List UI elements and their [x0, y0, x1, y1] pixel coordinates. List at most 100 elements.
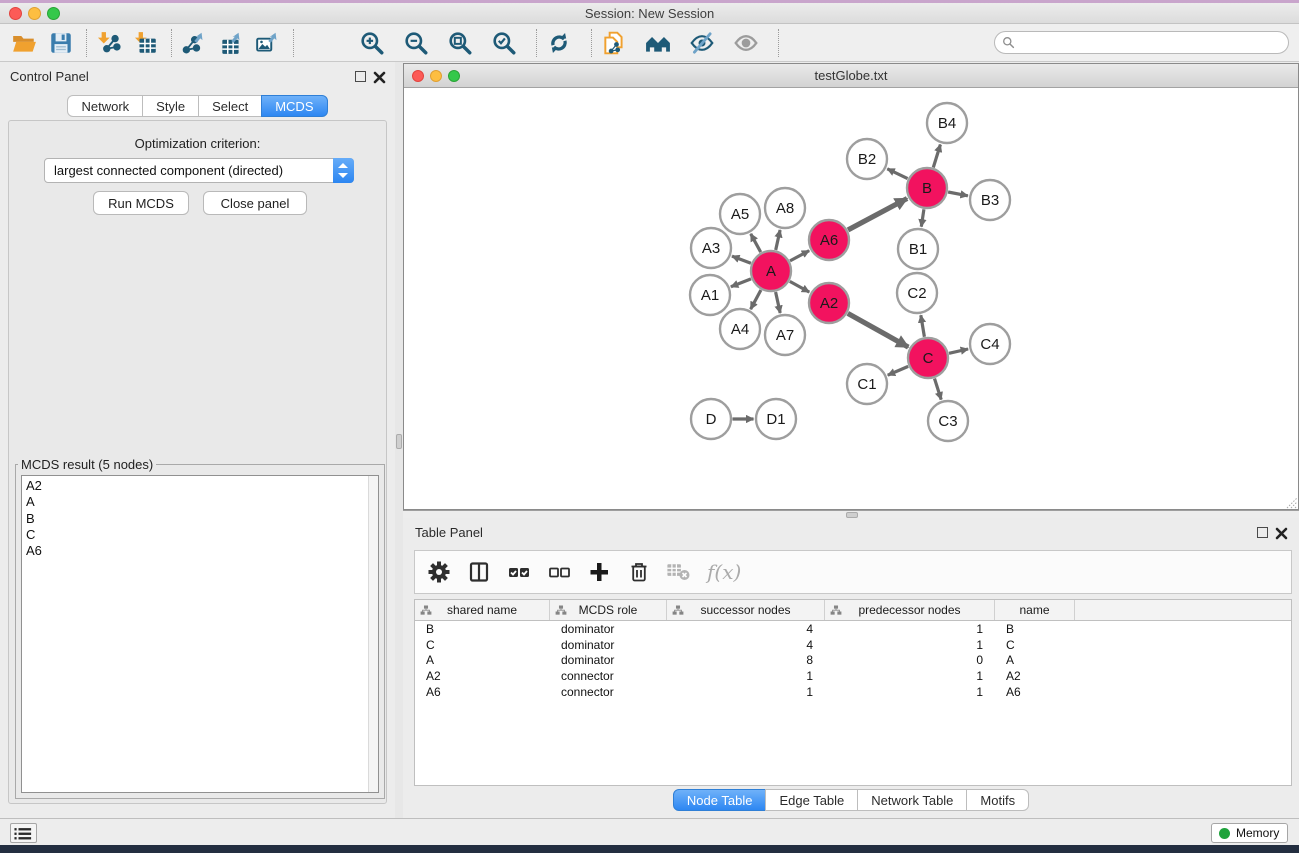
table-cell[interactable]: dominator	[550, 638, 667, 652]
mcds-list-scrollbar[interactable]	[368, 476, 378, 792]
refresh-layout-button[interactable]	[545, 29, 573, 57]
column-header-name[interactable]: name	[995, 600, 1075, 620]
deselect-all-button[interactable]	[547, 557, 577, 587]
graph-node-A6[interactable]: A6	[809, 220, 849, 260]
graph-node-B3[interactable]: B3	[970, 180, 1010, 220]
table-cell[interactable]: A6	[415, 685, 550, 699]
zoom-fit-button[interactable]	[446, 29, 474, 57]
column-header-shared-name[interactable]: shared name	[415, 600, 550, 620]
close-panel-icon[interactable]	[373, 71, 386, 84]
memory-button[interactable]: Memory	[1211, 823, 1288, 843]
zoom-in-button[interactable]	[358, 29, 386, 57]
table-row[interactable]: Adominator80A	[415, 652, 1291, 668]
first-neighbors-button[interactable]	[644, 29, 672, 57]
table-cell[interactable]: A6	[995, 685, 1075, 699]
tab-select[interactable]: Select	[198, 95, 262, 117]
zoom-selected-button[interactable]	[490, 29, 518, 57]
graph-node-A7[interactable]: A7	[765, 315, 805, 355]
table-cell[interactable]: 4	[667, 622, 825, 636]
table-cell[interactable]: 4	[667, 638, 825, 652]
graph-edge-C-C1[interactable]	[888, 366, 909, 375]
export-table-button[interactable]	[217, 29, 245, 57]
table-cell[interactable]: A	[415, 653, 550, 667]
graph-edge-B-B2[interactable]	[887, 169, 907, 179]
graph-edge-A-A4[interactable]	[751, 290, 761, 309]
run-mcds-button[interactable]: Run MCDS	[93, 191, 189, 215]
table-cell[interactable]: 1	[825, 669, 995, 683]
graph-node-C3[interactable]: C3	[928, 401, 968, 441]
table-cell[interactable]: 8	[667, 653, 825, 667]
graph-edge-A-A1[interactable]	[731, 279, 751, 287]
tab-motifs[interactable]: Motifs	[966, 789, 1029, 811]
graph-node-A2[interactable]: A2	[809, 283, 849, 323]
table-cell[interactable]: 1	[825, 685, 995, 699]
graph-node-C2[interactable]: C2	[897, 273, 937, 313]
select-all-button[interactable]	[507, 557, 537, 587]
graph-node-A3[interactable]: A3	[691, 228, 731, 268]
network-resize-grip[interactable]	[1284, 495, 1298, 509]
mcds-result-item[interactable]: A	[22, 494, 367, 510]
graph-node-A4[interactable]: A4	[720, 309, 760, 349]
import-network-button[interactable]	[95, 29, 123, 57]
table-cell[interactable]: connector	[550, 669, 667, 683]
network-graph[interactable]: B4B2BB3A8A5A6A3B1AC2A1A2A4A7C4CC1C3DD1	[404, 89, 1298, 509]
tab-mcds[interactable]: MCDS	[261, 95, 327, 117]
mcds-result-item[interactable]: A2	[22, 478, 367, 494]
column-header-successor-nodes[interactable]: successor nodes	[667, 600, 825, 620]
graph-edge-A-A2[interactable]	[790, 281, 810, 292]
graph-node-B2[interactable]: B2	[847, 139, 887, 179]
table-cell[interactable]: C	[415, 638, 550, 652]
table-row[interactable]: A2connector11A2	[415, 668, 1291, 684]
mcds-result-item[interactable]: C	[22, 527, 367, 543]
tab-style[interactable]: Style	[142, 95, 199, 117]
mcds-result-list[interactable]: A2ABCA6	[21, 475, 379, 793]
graph-node-B4[interactable]: B4	[927, 103, 967, 143]
export-network-button[interactable]	[180, 29, 208, 57]
hide-selected-button[interactable]	[688, 29, 716, 57]
import-table-button[interactable]	[132, 29, 160, 57]
table-close-panel-icon[interactable]	[1275, 527, 1288, 540]
graph-edge-A-A3[interactable]	[732, 256, 751, 263]
optimization-criterion-dropdown[interactable]: largest connected component (directed)	[44, 158, 354, 183]
graph-edge-A-A8[interactable]	[776, 230, 780, 250]
graph-node-D[interactable]: D	[691, 399, 731, 439]
mcds-result-item[interactable]: A6	[22, 543, 367, 559]
table-cell[interactable]: C	[995, 638, 1075, 652]
table-cell[interactable]: B	[995, 622, 1075, 636]
table-cell[interactable]: 1	[825, 638, 995, 652]
table-row[interactable]: A6connector11A6	[415, 684, 1291, 700]
graph-node-C1[interactable]: C1	[847, 364, 887, 404]
vertical-splitter-grip[interactable]	[396, 434, 402, 449]
table-cell[interactable]: 1	[825, 622, 995, 636]
network-canvas[interactable]: B4B2BB3A8A5A6A3B1AC2A1A2A4A7C4CC1C3DD1	[404, 89, 1298, 509]
graph-edge-A-A5[interactable]	[751, 234, 761, 252]
duplicate-network-button[interactable]	[600, 29, 628, 57]
table-float-panel-icon[interactable]	[1257, 527, 1268, 538]
table-settings-button[interactable]	[427, 557, 457, 587]
graph-edge-B-B4[interactable]	[933, 145, 940, 168]
graph-edge-C-C4[interactable]	[949, 349, 968, 353]
graph-node-D1[interactable]: D1	[756, 399, 796, 439]
table-cell[interactable]: connector	[550, 685, 667, 699]
open-file-button[interactable]	[10, 29, 38, 57]
float-panel-icon[interactable]	[355, 71, 366, 82]
add-row-button[interactable]	[587, 557, 617, 587]
column-header-MCDS-role[interactable]: MCDS role	[550, 600, 667, 620]
table-cell[interactable]: 1	[667, 685, 825, 699]
graph-node-C[interactable]: C	[908, 338, 948, 378]
task-list-button[interactable]	[10, 823, 37, 843]
graph-node-A8[interactable]: A8	[765, 188, 805, 228]
column-header-predecessor-nodes[interactable]: predecessor nodes	[825, 600, 995, 620]
table-cell[interactable]: dominator	[550, 622, 667, 636]
graph-edge-C-C2[interactable]	[921, 315, 925, 337]
table-cell[interactable]: 0	[825, 653, 995, 667]
table-cell[interactable]: A2	[995, 669, 1075, 683]
close-panel-button[interactable]: Close panel	[203, 191, 307, 215]
delete-table-button[interactable]	[667, 557, 697, 587]
graph-edge-B-B3[interactable]	[948, 192, 968, 196]
table-row[interactable]: Cdominator41C	[415, 637, 1291, 653]
tab-edge-table[interactable]: Edge Table	[765, 789, 858, 811]
mcds-result-item[interactable]: B	[22, 511, 367, 527]
graph-edge-A-A7[interactable]	[776, 292, 781, 313]
graph-edge-B-B1[interactable]	[921, 209, 924, 226]
